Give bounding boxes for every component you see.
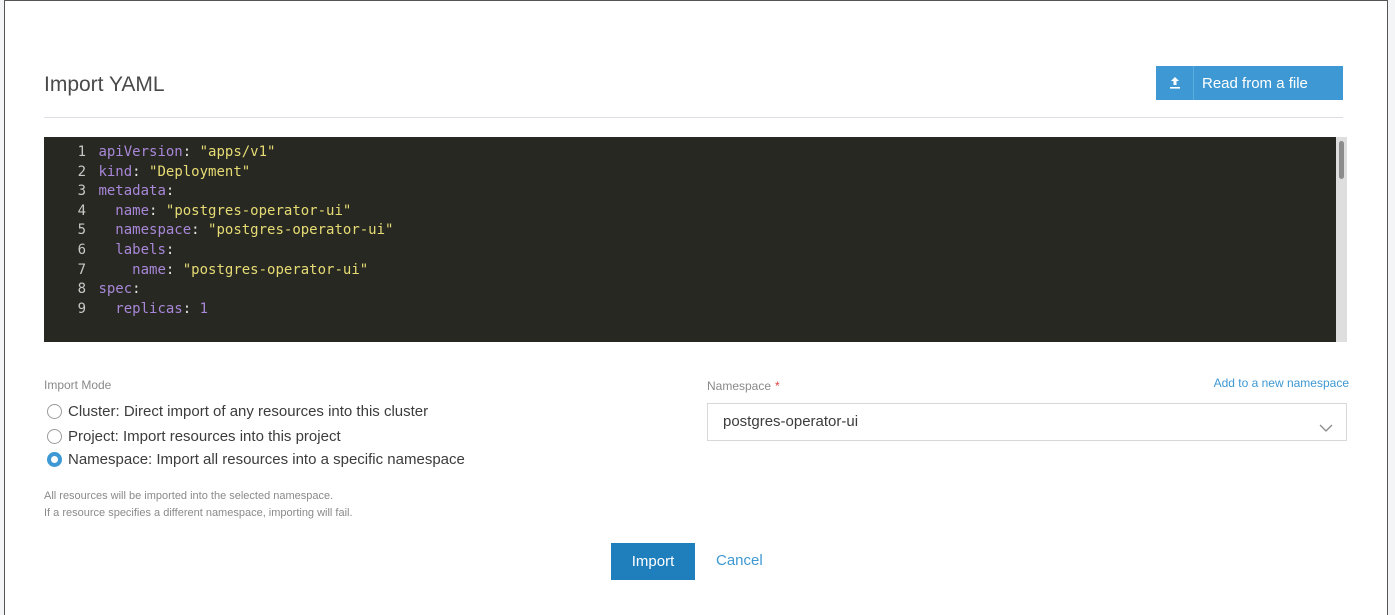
yaml-key: apiVersion bbox=[98, 144, 183, 160]
code-line: 9 replicas: 1 bbox=[44, 300, 393, 320]
yaml-key: labels bbox=[115, 241, 166, 258]
code-line: 1 apiVersion: "apps/v1" bbox=[44, 143, 393, 163]
code-line: 7 name: "postgres-operator-ui" bbox=[44, 261, 393, 281]
help-text-line2: If a resource specifies a different name… bbox=[44, 507, 353, 519]
read-from-file-button[interactable]: Read from a file bbox=[1156, 66, 1343, 100]
yaml-key: metadata bbox=[98, 183, 166, 200]
line-number: 7 bbox=[77, 261, 86, 278]
yaml-editor[interactable]: 1 apiVersion: "apps/v1" 2 kind: "Deployme… bbox=[44, 137, 1347, 342]
code-line: 2 kind: "Deployment" bbox=[44, 163, 393, 183]
yaml-key: name bbox=[115, 202, 150, 219]
namespace-label: Namespace * bbox=[707, 379, 780, 393]
yaml-value: "postgres-operator-ui" bbox=[182, 261, 369, 278]
line-number: 6 bbox=[77, 241, 86, 258]
radio-label: Namespace: Import all resources into a s… bbox=[68, 451, 465, 468]
namespace-label-text: Namespace bbox=[707, 379, 772, 393]
namespace-select-value: postgres-operator-ui bbox=[723, 413, 859, 430]
radio-label: Cluster: Direct import of any resources … bbox=[68, 403, 429, 420]
radio-cluster[interactable]: Cluster: Direct import of any resources … bbox=[47, 403, 428, 420]
page-title: Import YAML bbox=[44, 73, 165, 96]
required-mark: * bbox=[775, 379, 780, 393]
chevron-down-icon bbox=[1318, 414, 1334, 432]
radio-project[interactable]: Project: Import resources into this proj… bbox=[47, 428, 341, 445]
yaml-value: "apps/v1" bbox=[199, 144, 276, 160]
code-line: 6 labels: bbox=[44, 241, 393, 261]
radio-button[interactable] bbox=[47, 404, 62, 419]
code-line: 3 metadata: bbox=[44, 182, 393, 202]
code-line: 4 name: "postgres-operator-ui" bbox=[44, 202, 393, 222]
yaml-key: replicas bbox=[115, 300, 183, 317]
code-line: 5 namespace: "postgres-operator-ui" bbox=[44, 221, 394, 241]
radio-label: Project: Import resources into this proj… bbox=[68, 428, 341, 445]
radio-button[interactable] bbox=[47, 429, 62, 444]
editor-lines: 1 apiVersion: "apps/v1" 2 kind: "Deployme… bbox=[44, 143, 394, 320]
yaml-value: "Deployment" bbox=[149, 163, 251, 180]
line-number: 5 bbox=[77, 222, 86, 239]
help-text-line1: All resources will be imported into the … bbox=[44, 490, 334, 502]
cancel-button[interactable]: Cancel bbox=[716, 552, 763, 569]
line-number: 1 bbox=[77, 144, 86, 160]
line-number: 9 bbox=[77, 300, 86, 317]
yaml-key: name bbox=[132, 261, 166, 278]
import-button[interactable]: Import bbox=[611, 543, 695, 580]
line-number: 8 bbox=[77, 281, 86, 298]
radio-button[interactable] bbox=[47, 452, 62, 467]
upload-icon bbox=[1156, 66, 1194, 100]
dialog-header: Import YAML Read from a file bbox=[44, 66, 1343, 118]
yaml-value: "postgres-operator-ui" bbox=[208, 222, 394, 239]
namespace-select[interactable]: postgres-operator-ui bbox=[707, 403, 1347, 441]
line-number: 4 bbox=[77, 202, 86, 219]
editor-scrollbar[interactable] bbox=[1336, 137, 1347, 342]
yaml-value: "postgres-operator-ui" bbox=[165, 202, 352, 219]
yaml-key: spec bbox=[98, 281, 133, 298]
scrollbar-thumb[interactable] bbox=[1339, 141, 1344, 179]
read-from-file-label: Read from a file bbox=[1202, 74, 1308, 92]
add-new-namespace-link[interactable]: Add to a new namespace bbox=[1214, 376, 1349, 390]
code-line: 8 spec: bbox=[44, 280, 393, 300]
yaml-key: namespace bbox=[115, 222, 192, 239]
line-number: 2 bbox=[77, 163, 86, 180]
line-number: 3 bbox=[77, 183, 86, 200]
yaml-key: kind bbox=[98, 163, 133, 180]
yaml-value: 1 bbox=[199, 300, 209, 317]
import-mode-label: Import Mode bbox=[44, 378, 112, 392]
radio-namespace[interactable]: Namespace: Import all resources into a s… bbox=[47, 451, 465, 468]
